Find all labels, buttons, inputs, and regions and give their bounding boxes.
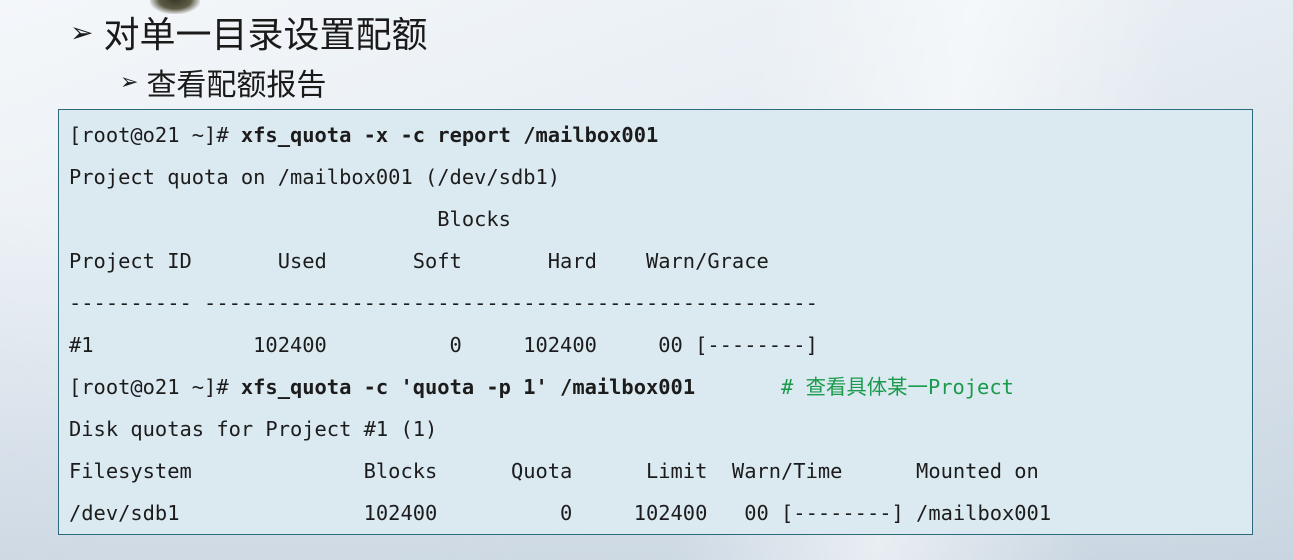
slide-title: ➢ 对单一目录设置配额: [70, 8, 427, 56]
slide-subtitle: ➢ 查看配额报告: [120, 62, 327, 103]
shell-prompt: [root@o21 ~]#: [69, 123, 241, 147]
shell-command: xfs_quota -c 'quota -p 1' /mailbox001: [240, 375, 696, 399]
shell-comment: # 查看具体某一Project: [781, 375, 1014, 399]
terminal-output-line: Project ID Used Soft Hard Warn/Grace: [69, 249, 769, 273]
terminal-output-panel: [root@o21 ~]# xfs_quota -x -c report /ma…: [58, 109, 1253, 535]
shell-prompt: [root@o21 ~]#: [69, 375, 241, 399]
terminal-output-line: /dev/sdb1 102400 0 102400 00 [--------] …: [69, 501, 1052, 525]
shell-command: xfs_quota -x -c report /mailbox001: [240, 123, 659, 147]
slide-subtitle-text: 查看配额报告: [146, 68, 327, 103]
terminal-command-line: [root@o21 ~]# xfs_quota -c 'quota -p 1' …: [69, 372, 1014, 402]
bullet-arrow-icon: ➢: [70, 15, 94, 49]
terminal-output-line: Project quota on /mailbox001 (/dev/sdb1): [69, 165, 561, 189]
terminal-output-line: Disk quotas for Project #1 (1): [69, 417, 438, 441]
terminal-output-line: ---------- -----------------------------…: [69, 291, 818, 315]
terminal-output-line: Blocks: [69, 207, 511, 231]
terminal-command-line: [root@o21 ~]# xfs_quota -x -c report /ma…: [69, 120, 658, 150]
terminal-output-line: Filesystem Blocks Quota Limit Warn/Time …: [69, 459, 1039, 483]
terminal-output-line: #1 102400 0 102400 00 [--------]: [69, 333, 818, 357]
slide-title-text: 对单一目录设置配额: [103, 15, 428, 56]
bullet-arrow-icon: ➢: [120, 69, 139, 95]
